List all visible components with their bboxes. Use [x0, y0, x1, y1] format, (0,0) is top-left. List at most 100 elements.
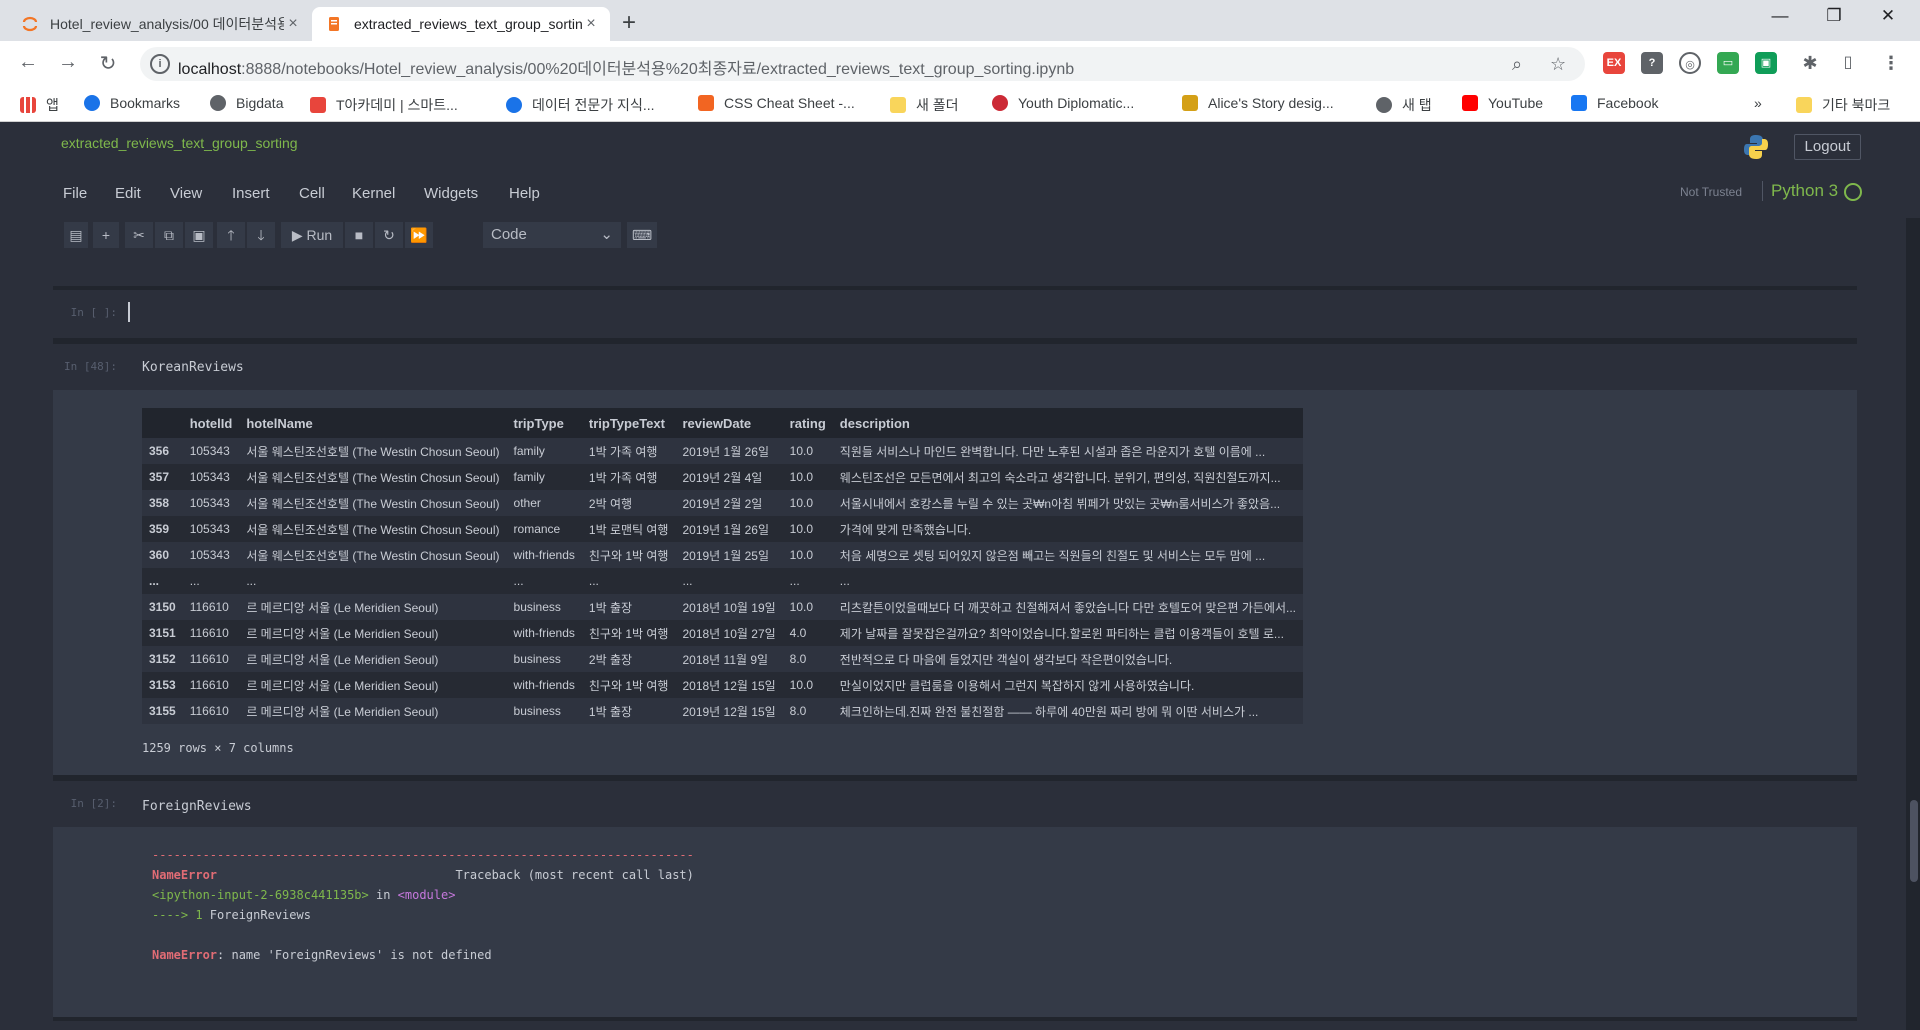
cell-type-select[interactable]: Code ⌄	[483, 222, 621, 248]
table-cell: 1박 출장	[588, 600, 633, 615]
extension-help-icon[interactable]: ?	[1641, 52, 1663, 74]
menu-insert[interactable]: Insert	[232, 185, 270, 202]
move-down-icon[interactable]: 🡓	[247, 222, 275, 248]
menu-kernel[interactable]: Kernel	[352, 185, 395, 202]
traceback-in: in	[368, 888, 398, 902]
address-bar[interactable]: i localhost:8888/notebooks/Hotel_review_…	[140, 47, 1585, 81]
move-up-icon[interactable]: 🡑	[217, 222, 245, 248]
facebook-icon	[1571, 95, 1587, 111]
page-scrollbar[interactable]	[1906, 218, 1920, 1030]
extensions-puzzle-icon[interactable]: ✱	[1799, 52, 1821, 74]
tab-extracted-reviews[interactable]: extracted_reviews_text_group_sorting ×	[312, 7, 610, 41]
bookmark-label: Facebook	[1597, 95, 1659, 111]
cell-code[interactable]: KoreanReviews	[142, 360, 244, 375]
table-cell: ...	[189, 574, 200, 588]
keyboard-icon[interactable]: ⌨	[627, 222, 657, 248]
table-row: 3151 116610 르 메르디앙 서울 (Le Meridien Seoul) w…	[142, 620, 1303, 646]
minimize-button[interactable]: —	[1765, 6, 1795, 26]
new-tab-button[interactable]: +	[622, 9, 636, 37]
table-cell: 10.0	[789, 444, 814, 458]
trust-status[interactable]: Not Trusted	[1680, 185, 1742, 199]
table-cell: 가격에 맞게 만족했습니다.	[839, 522, 972, 537]
browser-toolbar: ← → ↻ i localhost:8888/notebooks/Hotel_r…	[0, 41, 1920, 87]
bookmark-youth-diplomatic[interactable]: Youth Diplomatic...	[992, 95, 1134, 111]
page-scrollbar-thumb[interactable]	[1910, 800, 1918, 882]
menu-help[interactable]: Help	[509, 185, 540, 202]
cut-icon[interactable]: ✂	[125, 222, 153, 248]
extension-circle-icon[interactable]: ◎	[1679, 52, 1701, 74]
menu-view[interactable]: View	[170, 185, 202, 202]
back-arrow-icon[interactable]: ←	[14, 51, 42, 74]
logout-button[interactable]: Logout	[1794, 134, 1861, 160]
bookmark-new-folder[interactable]: 새 폴더	[890, 95, 959, 115]
paste-icon[interactable]: ▣	[185, 222, 213, 248]
table-cell: 2019년 2월 2일	[682, 496, 763, 511]
other-bookmarks-folder[interactable]: 기타 북마크	[1796, 95, 1890, 115]
flag-icon	[992, 95, 1008, 111]
bookmark-facebook[interactable]: Facebook	[1571, 95, 1658, 111]
bookmark-youtube[interactable]: YouTube	[1462, 95, 1543, 111]
restart-icon[interactable]: ↻	[375, 222, 403, 248]
close-tab-icon[interactable]: ×	[582, 15, 600, 33]
bookmark-label: T아카데미 | 스마트...	[336, 97, 458, 113]
globe-icon	[1376, 97, 1392, 113]
row-index: ...	[149, 574, 160, 588]
code-cell-foreign-reviews[interactable]: In [2]: ForeignReviews	[53, 781, 1857, 827]
extension-tv-icon[interactable]: ▣	[1755, 52, 1777, 74]
menu-file[interactable]: File	[63, 185, 87, 202]
traceback-input: <ipython-input-2-6938c441135b>	[152, 888, 369, 902]
bookmark-css-cheat-sheet[interactable]: CSS Cheat Sheet -...	[698, 95, 855, 111]
table-cell: 2018년 10월 19일	[682, 600, 776, 615]
insert-cell-icon[interactable]: +	[93, 222, 119, 248]
code-cell-korean-reviews[interactable]: In [48]: KoreanReviews	[53, 344, 1857, 390]
close-window-button[interactable]: ✕	[1873, 6, 1903, 26]
table-cell: 2019년 2월 4일	[682, 470, 763, 485]
bookmark-tacademy[interactable]: T아카데미 | 스마트...	[310, 95, 458, 115]
menu-cell[interactable]: Cell	[299, 185, 325, 202]
restart-run-all-icon[interactable]: ⏩	[405, 222, 433, 248]
extension-ex-icon[interactable]: EX	[1603, 52, 1625, 74]
table-cell: 제가 날짜를 잘못잡은걸까요? 최악이었습니다.할로윈 파티하는 클럽 이용객들…	[839, 626, 1284, 641]
alice-icon	[1182, 95, 1198, 111]
extension-cast-icon[interactable]: ▭	[1717, 52, 1739, 74]
info-icon[interactable]: i	[150, 54, 170, 74]
run-button[interactable]: ▶ Run	[281, 222, 343, 248]
bookmark-bookmarks[interactable]: Bookmarks	[84, 95, 180, 111]
kernel-name[interactable]: Python 3	[1762, 181, 1838, 201]
menu-edit[interactable]: Edit	[115, 185, 141, 202]
zoom-icon[interactable]: ⌕	[1512, 54, 1522, 75]
bookmark-bigdata[interactable]: Bigdata	[210, 95, 283, 111]
menu-widgets[interactable]: Widgets	[424, 185, 478, 202]
bookmarks-bar: 앱 Bookmarks Bigdata T아카데미 | 스마트... 데이터 전…	[0, 87, 1920, 122]
copy-icon[interactable]: ⧉	[155, 222, 183, 248]
browser-menu-icon[interactable]: ⋮	[1880, 52, 1902, 74]
reload-icon[interactable]: ↻	[94, 51, 122, 76]
cell-code[interactable]: ForeignReviews	[142, 799, 252, 814]
table-row: 360 105343 서울 웨스틴조선호텔 (The Westin Chosun S…	[142, 542, 1303, 568]
code-cell-empty-bottom[interactable]: In [ ]:	[53, 1021, 1857, 1030]
bookmark-alices-story[interactable]: Alice's Story desig...	[1182, 95, 1334, 111]
table-cell: 2019년 1월 26일	[682, 444, 769, 459]
bookmark-data-expert[interactable]: 데이터 전문가 지식...	[506, 95, 655, 115]
forward-arrow-icon[interactable]: →	[54, 51, 82, 74]
url-text[interactable]: localhost:8888/notebooks/Hotel_review_an…	[178, 55, 1074, 79]
bookmark-label: 새 탭	[1402, 97, 1432, 113]
more-bookmarks-button[interactable]: »	[1754, 95, 1762, 111]
dataframe-dimensions: 1259 rows × 7 columns	[142, 741, 294, 755]
code-cell-empty[interactable]: In [ ]:	[53, 290, 1857, 338]
bookmark-apps[interactable]: 앱	[20, 95, 59, 115]
stop-icon[interactable]: ■	[345, 222, 373, 248]
close-tab-icon[interactable]: ×	[284, 15, 302, 33]
bookmark-label: 기타 북마크	[1822, 97, 1891, 113]
table-cell: 서울 웨스틴조선호텔 (The Westin Chosun Seoul)	[246, 496, 500, 511]
tab-hotel-review-analysis[interactable]: Hotel_review_analysis/00 데이터분석용 ×	[8, 7, 312, 41]
save-icon[interactable]: ▤	[64, 222, 88, 248]
notebook-toolbar: ▤ + ✂ ⧉ ▣ 🡑 🡓 ▶ Run ■ ↻ ⏩ Code ⌄ ⌨	[53, 218, 1857, 286]
extension-lock-icon[interactable]: ▯	[1837, 52, 1859, 74]
row-index: 359	[149, 522, 170, 536]
table-cell: 116610	[189, 704, 229, 718]
bookmark-new-tab[interactable]: 새 탭	[1376, 95, 1432, 115]
notebook-name[interactable]: extracted_reviews_text_group_sorting	[61, 135, 298, 151]
restore-button[interactable]: ❐	[1819, 6, 1849, 26]
star-icon[interactable]: ☆	[1550, 54, 1566, 75]
